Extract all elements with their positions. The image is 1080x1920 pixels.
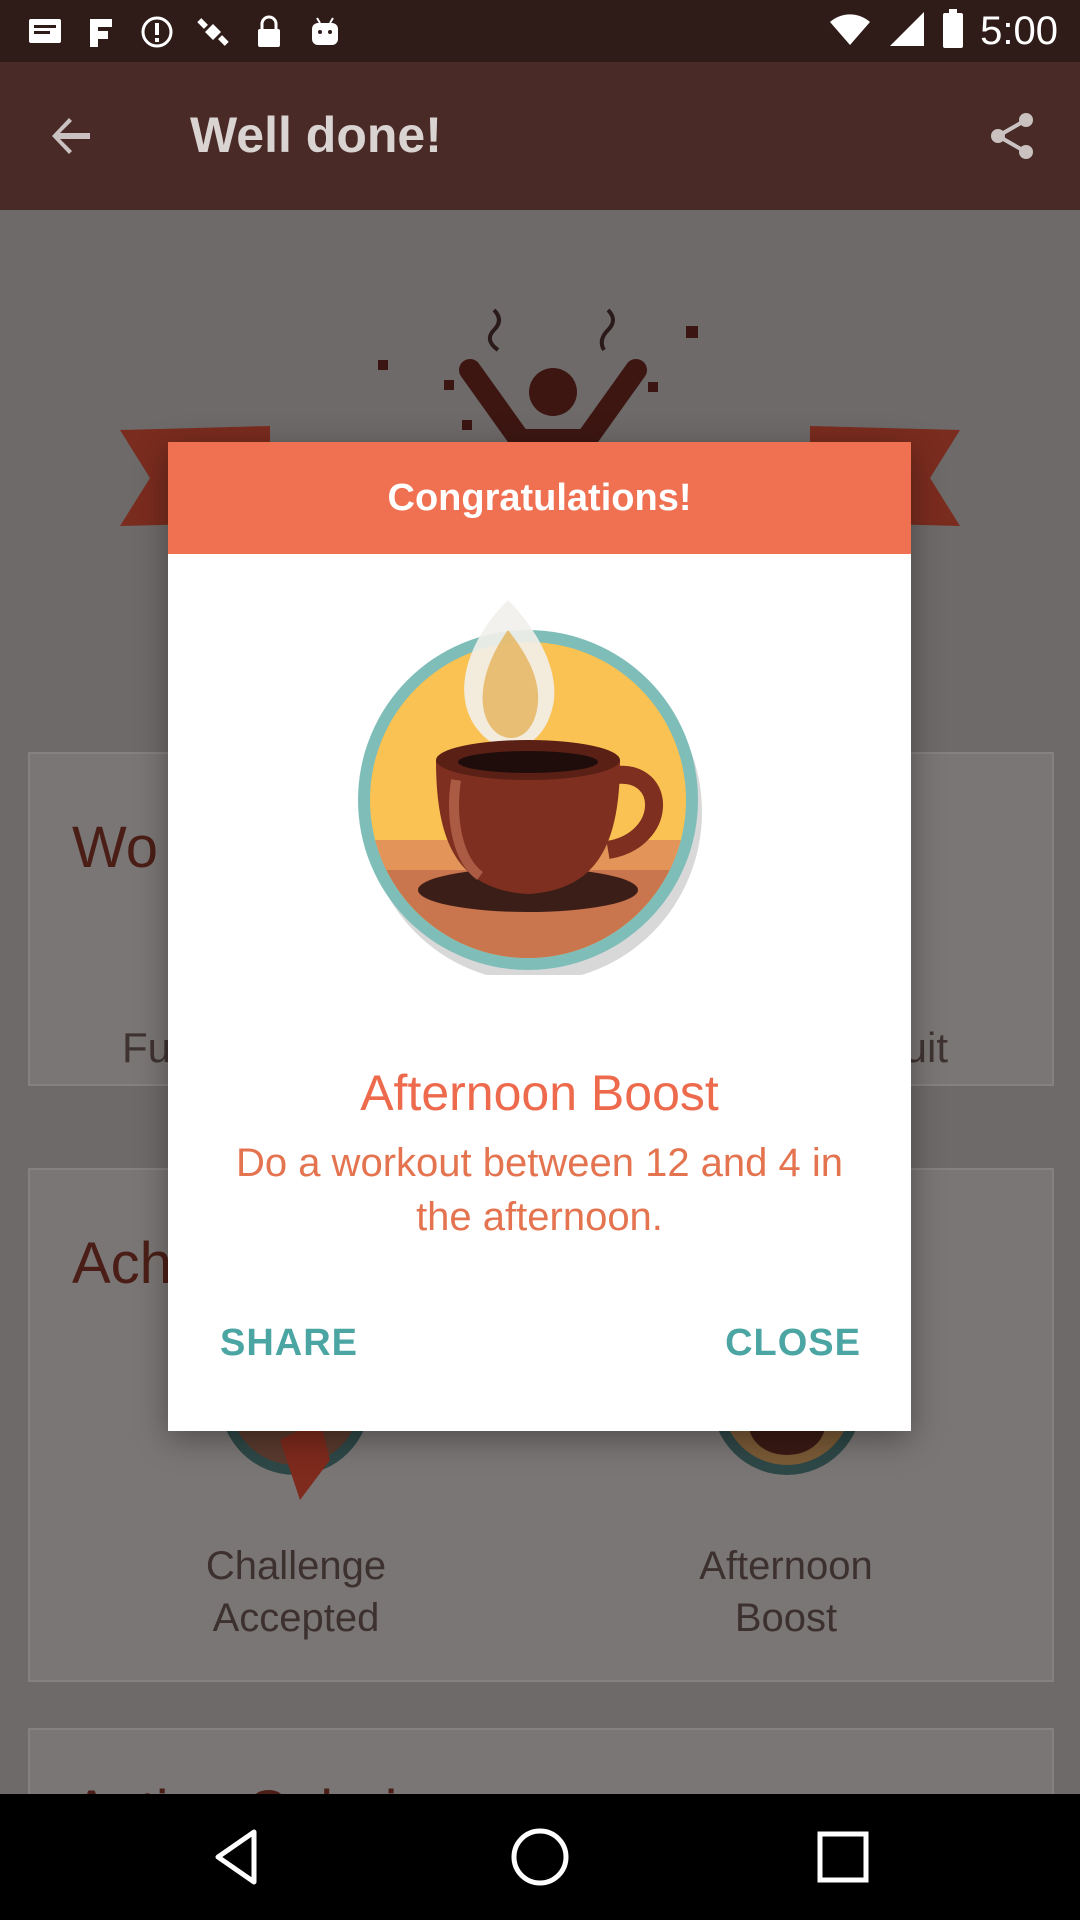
nav-back-icon[interactable]: [204, 1824, 270, 1890]
status-bar: 5:00: [0, 0, 1080, 62]
message-icon: [28, 15, 62, 49]
achievement-dialog: Congratulations! Afternoon Boost Do a wo…: [168, 442, 911, 1431]
card1-heading: Wo: [72, 815, 158, 880]
dialog-header-title: Congratulations!: [387, 476, 692, 519]
wifi-icon: [828, 12, 872, 51]
arrow-back-icon[interactable]: [46, 110, 98, 162]
nav-home-icon[interactable]: [507, 1824, 573, 1890]
satellite-icon: [196, 15, 230, 49]
status-time: 5:00: [980, 8, 1058, 53]
lock-icon: [252, 15, 286, 49]
fake-gps-icon: [84, 15, 118, 49]
signal-icon: [888, 10, 926, 53]
nav-recents-icon[interactable]: [810, 1824, 876, 1890]
android-icon: [308, 15, 342, 49]
card1-left-label: Fu: [122, 1024, 172, 1071]
warning-icon: [140, 15, 174, 49]
achievement-title: Afternoon Boost: [360, 1065, 719, 1121]
dialog-header: Congratulations!: [168, 442, 911, 554]
share-button[interactable]: SHARE: [220, 1322, 358, 1365]
achievement-description: Do a workout between 12 and 4 in the aft…: [235, 1141, 844, 1239]
close-button[interactable]: CLOSE: [725, 1322, 861, 1365]
battery-icon: [942, 8, 964, 54]
badge-label-afternoon: Afternoon Boost: [699, 1544, 873, 1640]
calories-card: Active Calories: [28, 1728, 1054, 1794]
card3-heading: Active Calories: [72, 1778, 459, 1794]
navigation-bar: [0, 1794, 1080, 1920]
page-title: Well done!: [190, 107, 442, 163]
share-icon[interactable]: [984, 108, 1040, 164]
badge-label-challenge: Challenge Accepted: [205, 1544, 387, 1640]
card2-heading: Ach: [72, 1231, 172, 1296]
coffee-cup-badge-icon: [358, 600, 702, 975]
app-bar: Well done!: [0, 62, 1080, 210]
